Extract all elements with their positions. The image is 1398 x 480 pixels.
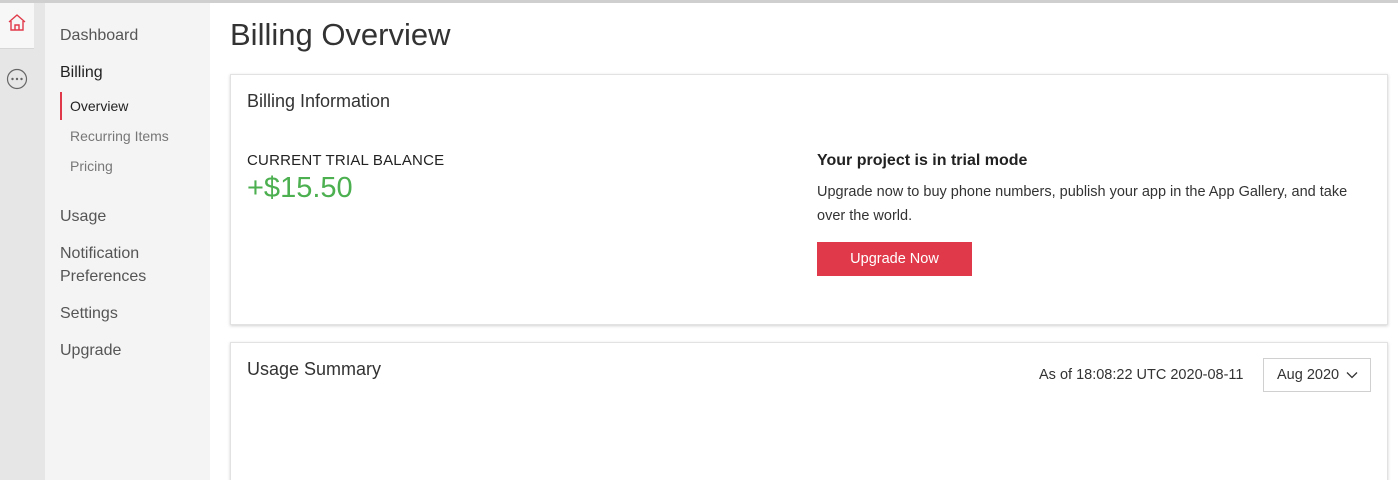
month-select-value: Aug 2020 xyxy=(1277,367,1340,383)
balance-label: CURRENT TRIAL BALANCE xyxy=(247,152,445,169)
sidebar-item-dashboard[interactable]: Dashboard xyxy=(60,24,138,47)
more-options-icon xyxy=(6,68,28,95)
page-title: Billing Overview xyxy=(230,17,451,52)
sidebar-item-notification-preferences[interactable]: Notification Preferences xyxy=(60,242,146,288)
sidebar-item-settings[interactable]: Settings xyxy=(60,302,118,325)
sidebar-item-upgrade[interactable]: Upgrade xyxy=(60,339,121,362)
as-of-timestamp: As of 18:08:22 UTC 2020-08-11 xyxy=(1039,367,1244,383)
sidebar-item-billing[interactable]: Billing xyxy=(60,61,103,84)
sidebar-item-label: Notification xyxy=(60,245,140,262)
chevron-down-icon xyxy=(1346,371,1358,379)
sidebar-item-label: Preferences xyxy=(60,268,147,285)
sidebar: Dashboard Billing Overview Recurring Ite… xyxy=(45,3,210,480)
sidebar-subitem-recurring-items[interactable]: Recurring Items xyxy=(60,122,200,150)
trial-mode-heading: Your project is in trial mode xyxy=(817,152,1028,169)
icon-rail xyxy=(0,3,45,480)
home-nav-button[interactable] xyxy=(0,3,34,49)
usage-summary-card: Usage Summary As of 18:08:22 UTC 2020-08… xyxy=(230,342,1388,480)
main-content: Billing Overview Billing Information CUR… xyxy=(210,3,1398,480)
home-icon xyxy=(6,13,28,38)
trial-mode-description: Upgrade now to buy phone numbers, publis… xyxy=(817,184,1348,224)
month-select[interactable]: Aug 2020 xyxy=(1263,358,1371,392)
billing-information-card: Billing Information CURRENT TRIAL BALANC… xyxy=(230,74,1388,325)
sidebar-item-usage[interactable]: Usage xyxy=(60,205,106,228)
sidebar-subitem-pricing[interactable]: Pricing xyxy=(60,152,200,180)
more-options-button[interactable] xyxy=(0,59,34,103)
upgrade-now-button[interactable]: Upgrade Now xyxy=(817,242,972,276)
balance-value: +$15.50 xyxy=(247,172,353,204)
card-title: Billing Information xyxy=(247,91,391,111)
sidebar-subitem-overview[interactable]: Overview xyxy=(60,92,200,120)
card-title: Usage Summary xyxy=(247,359,382,379)
